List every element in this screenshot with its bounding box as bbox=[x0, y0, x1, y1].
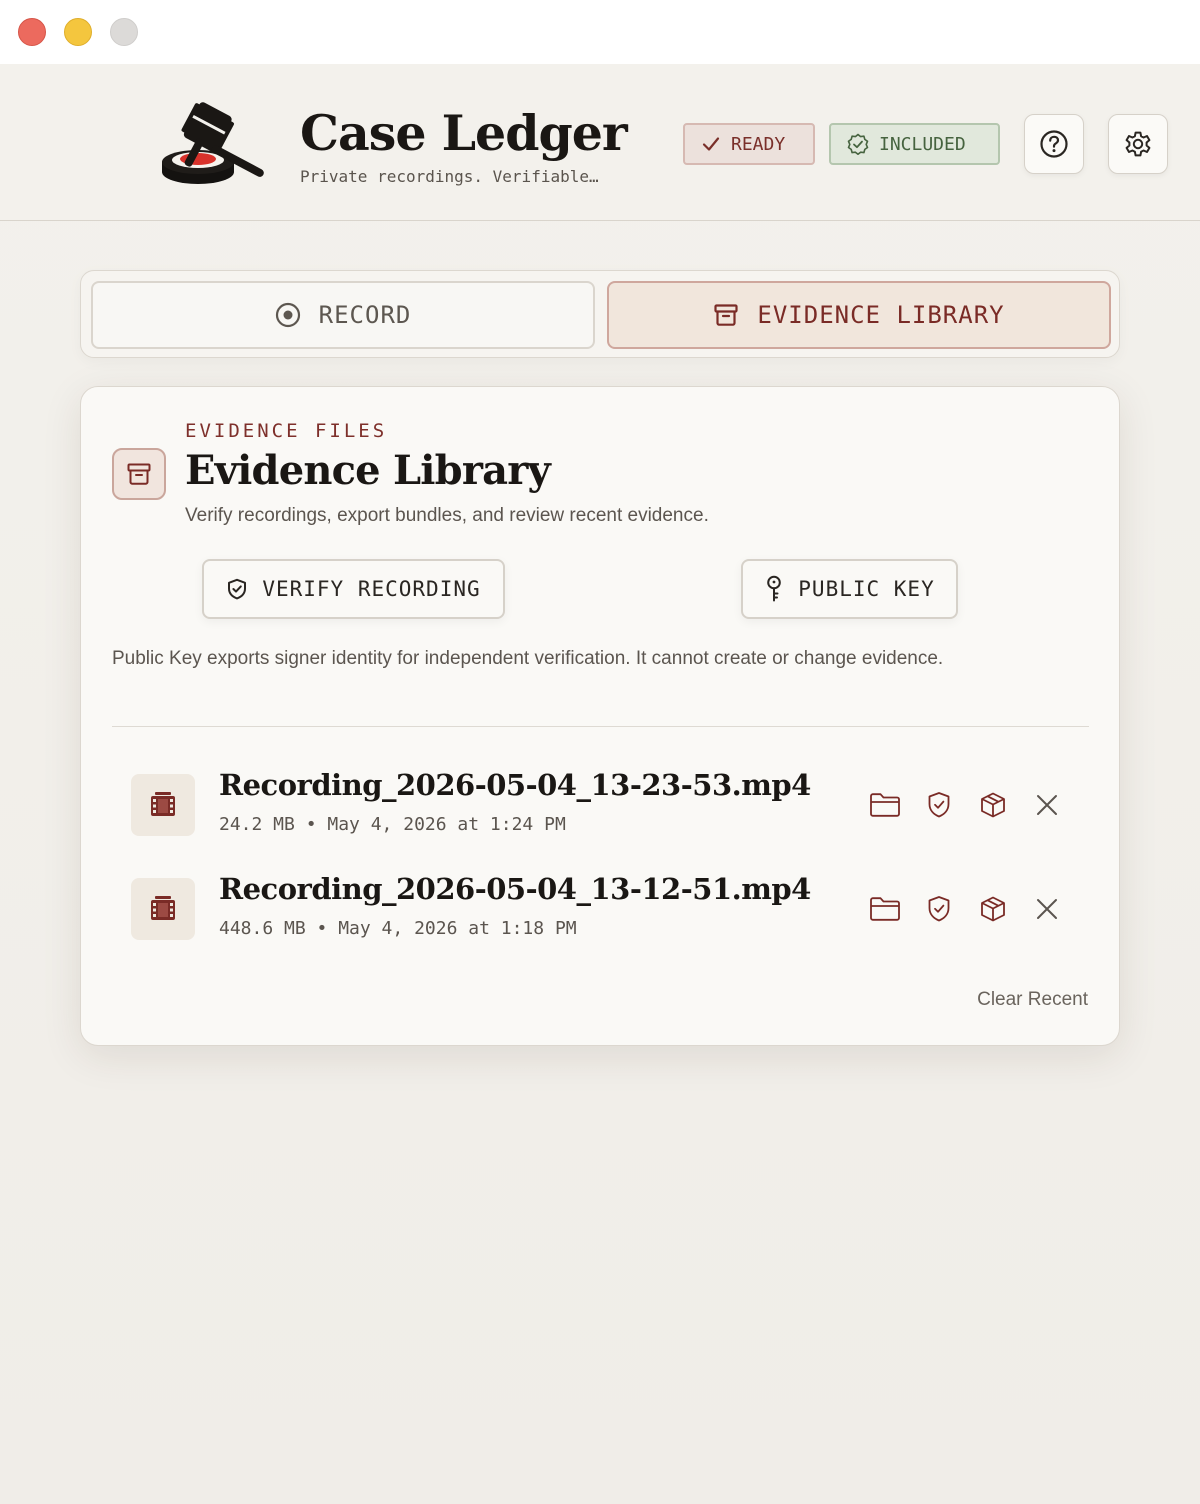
app-window: Case Ledger Private recordings. Verifiab… bbox=[0, 0, 1200, 1504]
reveal-in-folder-button[interactable] bbox=[869, 789, 901, 821]
verify-file-button[interactable] bbox=[923, 893, 955, 925]
mode-tabs: RECORD EVIDENCE LIBRARY bbox=[80, 270, 1120, 358]
clear-recent-button[interactable]: Clear Recent bbox=[977, 989, 1088, 1011]
public-key-note: Public Key exports signer identity for i… bbox=[112, 648, 944, 669]
file-name: Recording_2026-05-04_13-23-53.mp4 bbox=[219, 768, 811, 802]
export-bundle-button[interactable] bbox=[977, 789, 1009, 821]
row-actions bbox=[869, 892, 1063, 926]
question-circle-icon bbox=[1040, 130, 1068, 158]
list-item[interactable]: Recording_2026-05-04_13-23-53.mp4 24.2 M… bbox=[131, 768, 1071, 838]
ready-status-badge: READY bbox=[683, 123, 815, 165]
evidence-library-card: EVIDENCE FILES Evidence Library Verify r… bbox=[80, 386, 1120, 1046]
tab-record-label: RECORD bbox=[318, 301, 412, 329]
included-status-label: INCLUDED bbox=[879, 133, 966, 155]
section-title: Evidence Library bbox=[185, 447, 551, 494]
remove-file-button[interactable] bbox=[1031, 789, 1063, 821]
remove-file-button[interactable] bbox=[1031, 893, 1063, 925]
gear-icon bbox=[1125, 131, 1151, 157]
zoom-window-button[interactable] bbox=[110, 18, 138, 46]
export-bundle-button[interactable] bbox=[977, 893, 1009, 925]
app-title: Case Ledger bbox=[300, 104, 628, 162]
shield-check-icon bbox=[928, 792, 950, 818]
checkmark-icon bbox=[702, 137, 720, 151]
app-content: Case Ledger Private recordings. Verifiab… bbox=[0, 64, 1200, 1504]
package-box-icon bbox=[981, 792, 1005, 818]
settings-button[interactable] bbox=[1108, 114, 1168, 174]
app-header: Case Ledger Private recordings. Verifiab… bbox=[0, 64, 1200, 221]
verify-recording-button[interactable]: VERIFY RECORDING bbox=[202, 559, 505, 619]
public-key-label: PUBLIC KEY bbox=[798, 577, 935, 601]
film-file-icon bbox=[131, 878, 195, 940]
help-button[interactable] bbox=[1024, 114, 1084, 174]
ready-status-label: READY bbox=[731, 133, 786, 155]
verify-file-button[interactable] bbox=[923, 789, 955, 821]
folder-icon bbox=[870, 897, 900, 921]
included-status-badge: INCLUDED bbox=[829, 123, 1000, 165]
archive-box-icon bbox=[112, 448, 166, 500]
section-description: Verify recordings, export bundles, and r… bbox=[185, 505, 709, 526]
package-box-icon bbox=[981, 896, 1005, 922]
key-icon bbox=[767, 575, 782, 602]
reveal-in-folder-button[interactable] bbox=[869, 893, 901, 925]
verified-seal-icon bbox=[847, 133, 869, 155]
title-bar bbox=[0, 0, 1200, 64]
divider bbox=[112, 726, 1089, 727]
file-meta: 24.2 MB • May 4, 2026 at 1:24 PM bbox=[219, 814, 566, 835]
film-file-icon bbox=[131, 774, 195, 836]
tab-record[interactable]: RECORD bbox=[91, 281, 595, 349]
verify-recording-label: VERIFY RECORDING bbox=[262, 577, 481, 601]
file-name: Recording_2026-05-04_13-12-51.mp4 bbox=[219, 872, 811, 906]
tab-evidence-library[interactable]: EVIDENCE LIBRARY bbox=[607, 281, 1111, 349]
shield-check-icon bbox=[928, 896, 950, 922]
minimize-window-button[interactable] bbox=[64, 18, 92, 46]
folder-icon bbox=[870, 793, 900, 817]
tab-evidence-library-label: EVIDENCE LIBRARY bbox=[757, 301, 1005, 329]
row-actions bbox=[869, 788, 1063, 822]
close-window-button[interactable] bbox=[18, 18, 46, 46]
close-icon bbox=[1037, 899, 1057, 919]
record-icon bbox=[275, 302, 300, 328]
archive-box-icon bbox=[714, 304, 739, 326]
gavel-logo-icon bbox=[162, 102, 264, 184]
close-icon bbox=[1037, 795, 1057, 815]
app-subtitle: Private recordings. Verifiable… bbox=[300, 167, 599, 186]
list-item[interactable]: Recording_2026-05-04_13-12-51.mp4 448.6 … bbox=[131, 872, 1071, 942]
file-meta: 448.6 MB • May 4, 2026 at 1:18 PM bbox=[219, 918, 577, 939]
section-eyebrow: EVIDENCE FILES bbox=[185, 420, 388, 442]
shield-check-icon bbox=[228, 578, 247, 600]
public-key-button[interactable]: PUBLIC KEY bbox=[741, 559, 958, 619]
